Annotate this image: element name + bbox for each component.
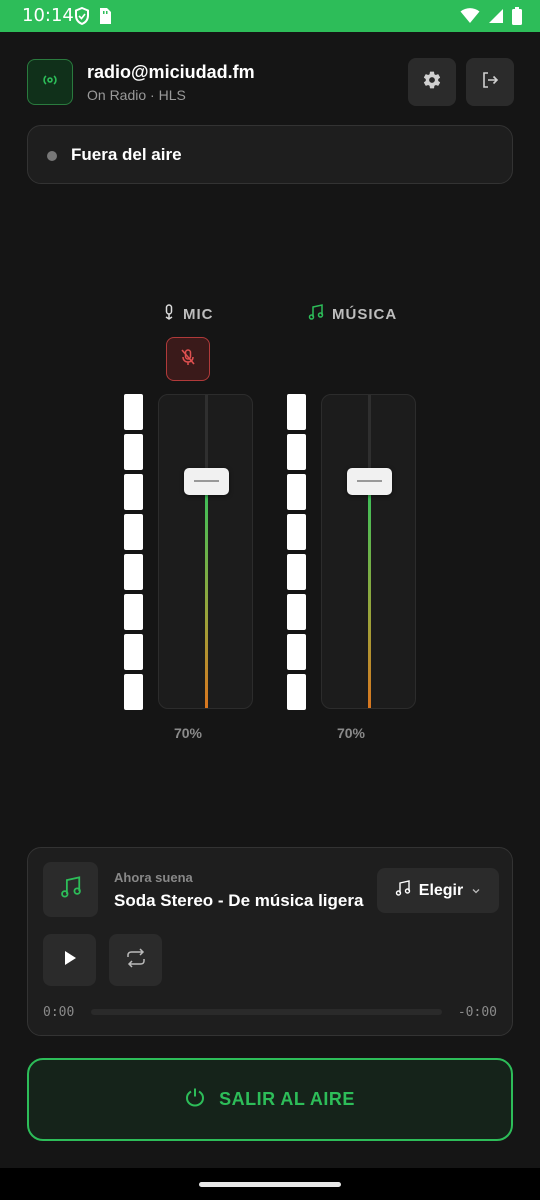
remaining-time: -0:00: [457, 1005, 497, 1020]
account-subtitle: On Radio · HLS: [87, 87, 186, 103]
meter-segment: [124, 434, 143, 470]
mic-level-value: 70%: [173, 725, 203, 741]
choose-track-button[interactable]: Elegir: [377, 868, 499, 913]
now-playing-card: Ahora suena Soda Stereo - De música lige…: [27, 847, 513, 1036]
choose-track-label: Elegir: [418, 881, 464, 899]
meter-segment: [287, 594, 306, 630]
fader-knob[interactable]: [347, 468, 392, 495]
mic-channel-label: MIC: [163, 304, 214, 324]
meter-segment: [287, 394, 306, 430]
repeat-icon: [125, 947, 147, 973]
play-icon: [63, 950, 77, 971]
mic-mute-toggle[interactable]: [166, 337, 210, 381]
app-screen: radio@miciudad.fm On Radio · HLS Fuera d…: [0, 32, 540, 1168]
go-live-label: SALIR AL AIRE: [219, 1089, 355, 1109]
chevron-down-icon: [471, 882, 481, 900]
signal-icon: [488, 8, 504, 29]
logout-icon: [481, 71, 499, 94]
meter-segment: [287, 634, 306, 670]
elapsed-time: 0:00: [43, 1005, 75, 1020]
repeat-button[interactable]: [109, 934, 162, 986]
go-live-button[interactable]: SALIR AL AIRE: [27, 1058, 513, 1141]
status-bar: 10:14: [0, 0, 540, 32]
power-icon: [185, 1087, 205, 1112]
meter-segment: [124, 634, 143, 670]
meter-segment: [287, 434, 306, 470]
music-level-value: 70%: [336, 725, 366, 741]
mic-icon: [163, 304, 175, 324]
status-time: 10:14: [22, 5, 74, 26]
meter-segment: [287, 674, 306, 710]
fader-fill: [368, 481, 371, 708]
music-note-icon: [60, 876, 82, 903]
account-email: radio@miciudad.fm: [87, 62, 255, 82]
music-label-text: MÚSICA: [332, 305, 398, 323]
music-note-icon: [395, 880, 411, 901]
music-fader[interactable]: [321, 394, 416, 709]
broadcast-icon: [42, 73, 58, 91]
gear-icon: [422, 70, 442, 95]
status-indicator-dot: [47, 151, 57, 161]
on-air-status: Fuera del aire: [27, 125, 513, 184]
meter-segment: [124, 474, 143, 510]
home-gesture-handle[interactable]: [199, 1182, 341, 1187]
fader-fill: [205, 481, 208, 708]
wifi-icon: [460, 8, 480, 29]
track-title: Soda Stereo - De música ligera: [114, 891, 364, 910]
music-level-meter: [287, 394, 306, 714]
track-progress-bar[interactable]: [91, 1009, 442, 1015]
shield-icon: [74, 6, 90, 30]
mic-off-icon: [179, 348, 197, 371]
logout-button[interactable]: [466, 58, 514, 106]
mic-fader[interactable]: [158, 394, 253, 709]
meter-segment: [124, 394, 143, 430]
meter-segment: [287, 474, 306, 510]
mic-label-text: MIC: [183, 305, 214, 323]
on-air-status-label: Fuera del aire: [71, 145, 182, 164]
play-button[interactable]: [43, 934, 96, 986]
navigation-bar: [0, 1168, 540, 1200]
meter-segment: [124, 594, 143, 630]
meter-segment: [124, 674, 143, 710]
meter-segment: [124, 554, 143, 590]
music-note-icon: [308, 304, 324, 324]
now-playing-label: Ahora suena: [114, 870, 193, 885]
battery-icon: [512, 7, 522, 30]
station-logo: [27, 59, 73, 105]
mic-level-meter: [124, 394, 143, 714]
settings-button[interactable]: [408, 58, 456, 106]
meter-segment: [124, 514, 143, 550]
track-artwork: [43, 862, 98, 917]
fader-knob[interactable]: [184, 468, 229, 495]
sim-card-icon: [98, 7, 112, 30]
meter-segment: [287, 514, 306, 550]
music-channel-label: MÚSICA: [308, 304, 397, 324]
meter-segment: [287, 554, 306, 590]
